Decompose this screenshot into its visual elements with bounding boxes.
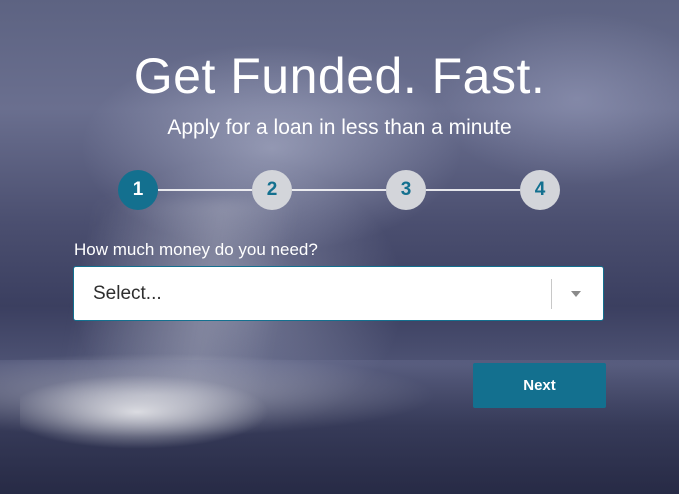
step-number: 2 [266, 179, 278, 200]
amount-select[interactable]: Select... [73, 266, 604, 321]
step-number: 1 [132, 179, 144, 200]
step-3: 3 [386, 170, 426, 210]
next-button[interactable]: Next [473, 363, 606, 408]
chevron-down-icon[interactable] [571, 291, 581, 297]
amount-select-value: Select... [93, 283, 162, 304]
loan-application-form: Get Funded. Fast. Apply for a loan in le… [0, 0, 679, 494]
amount-label: How much money do you need? [74, 240, 318, 259]
step-4: 4 [520, 170, 560, 210]
step-connector [426, 189, 520, 191]
step-connector [158, 189, 252, 191]
step-number: 4 [534, 179, 546, 200]
page-title: Get Funded. Fast. [133, 48, 546, 104]
step-2: 2 [252, 170, 292, 210]
step-1: 1 [118, 170, 158, 210]
progress-stepper: 1 2 3 4 [118, 170, 560, 210]
step-connector [292, 189, 386, 191]
step-number: 3 [400, 179, 412, 200]
select-separator [551, 279, 552, 309]
page-subtitle: Apply for a loan in less than a minute [167, 116, 512, 139]
